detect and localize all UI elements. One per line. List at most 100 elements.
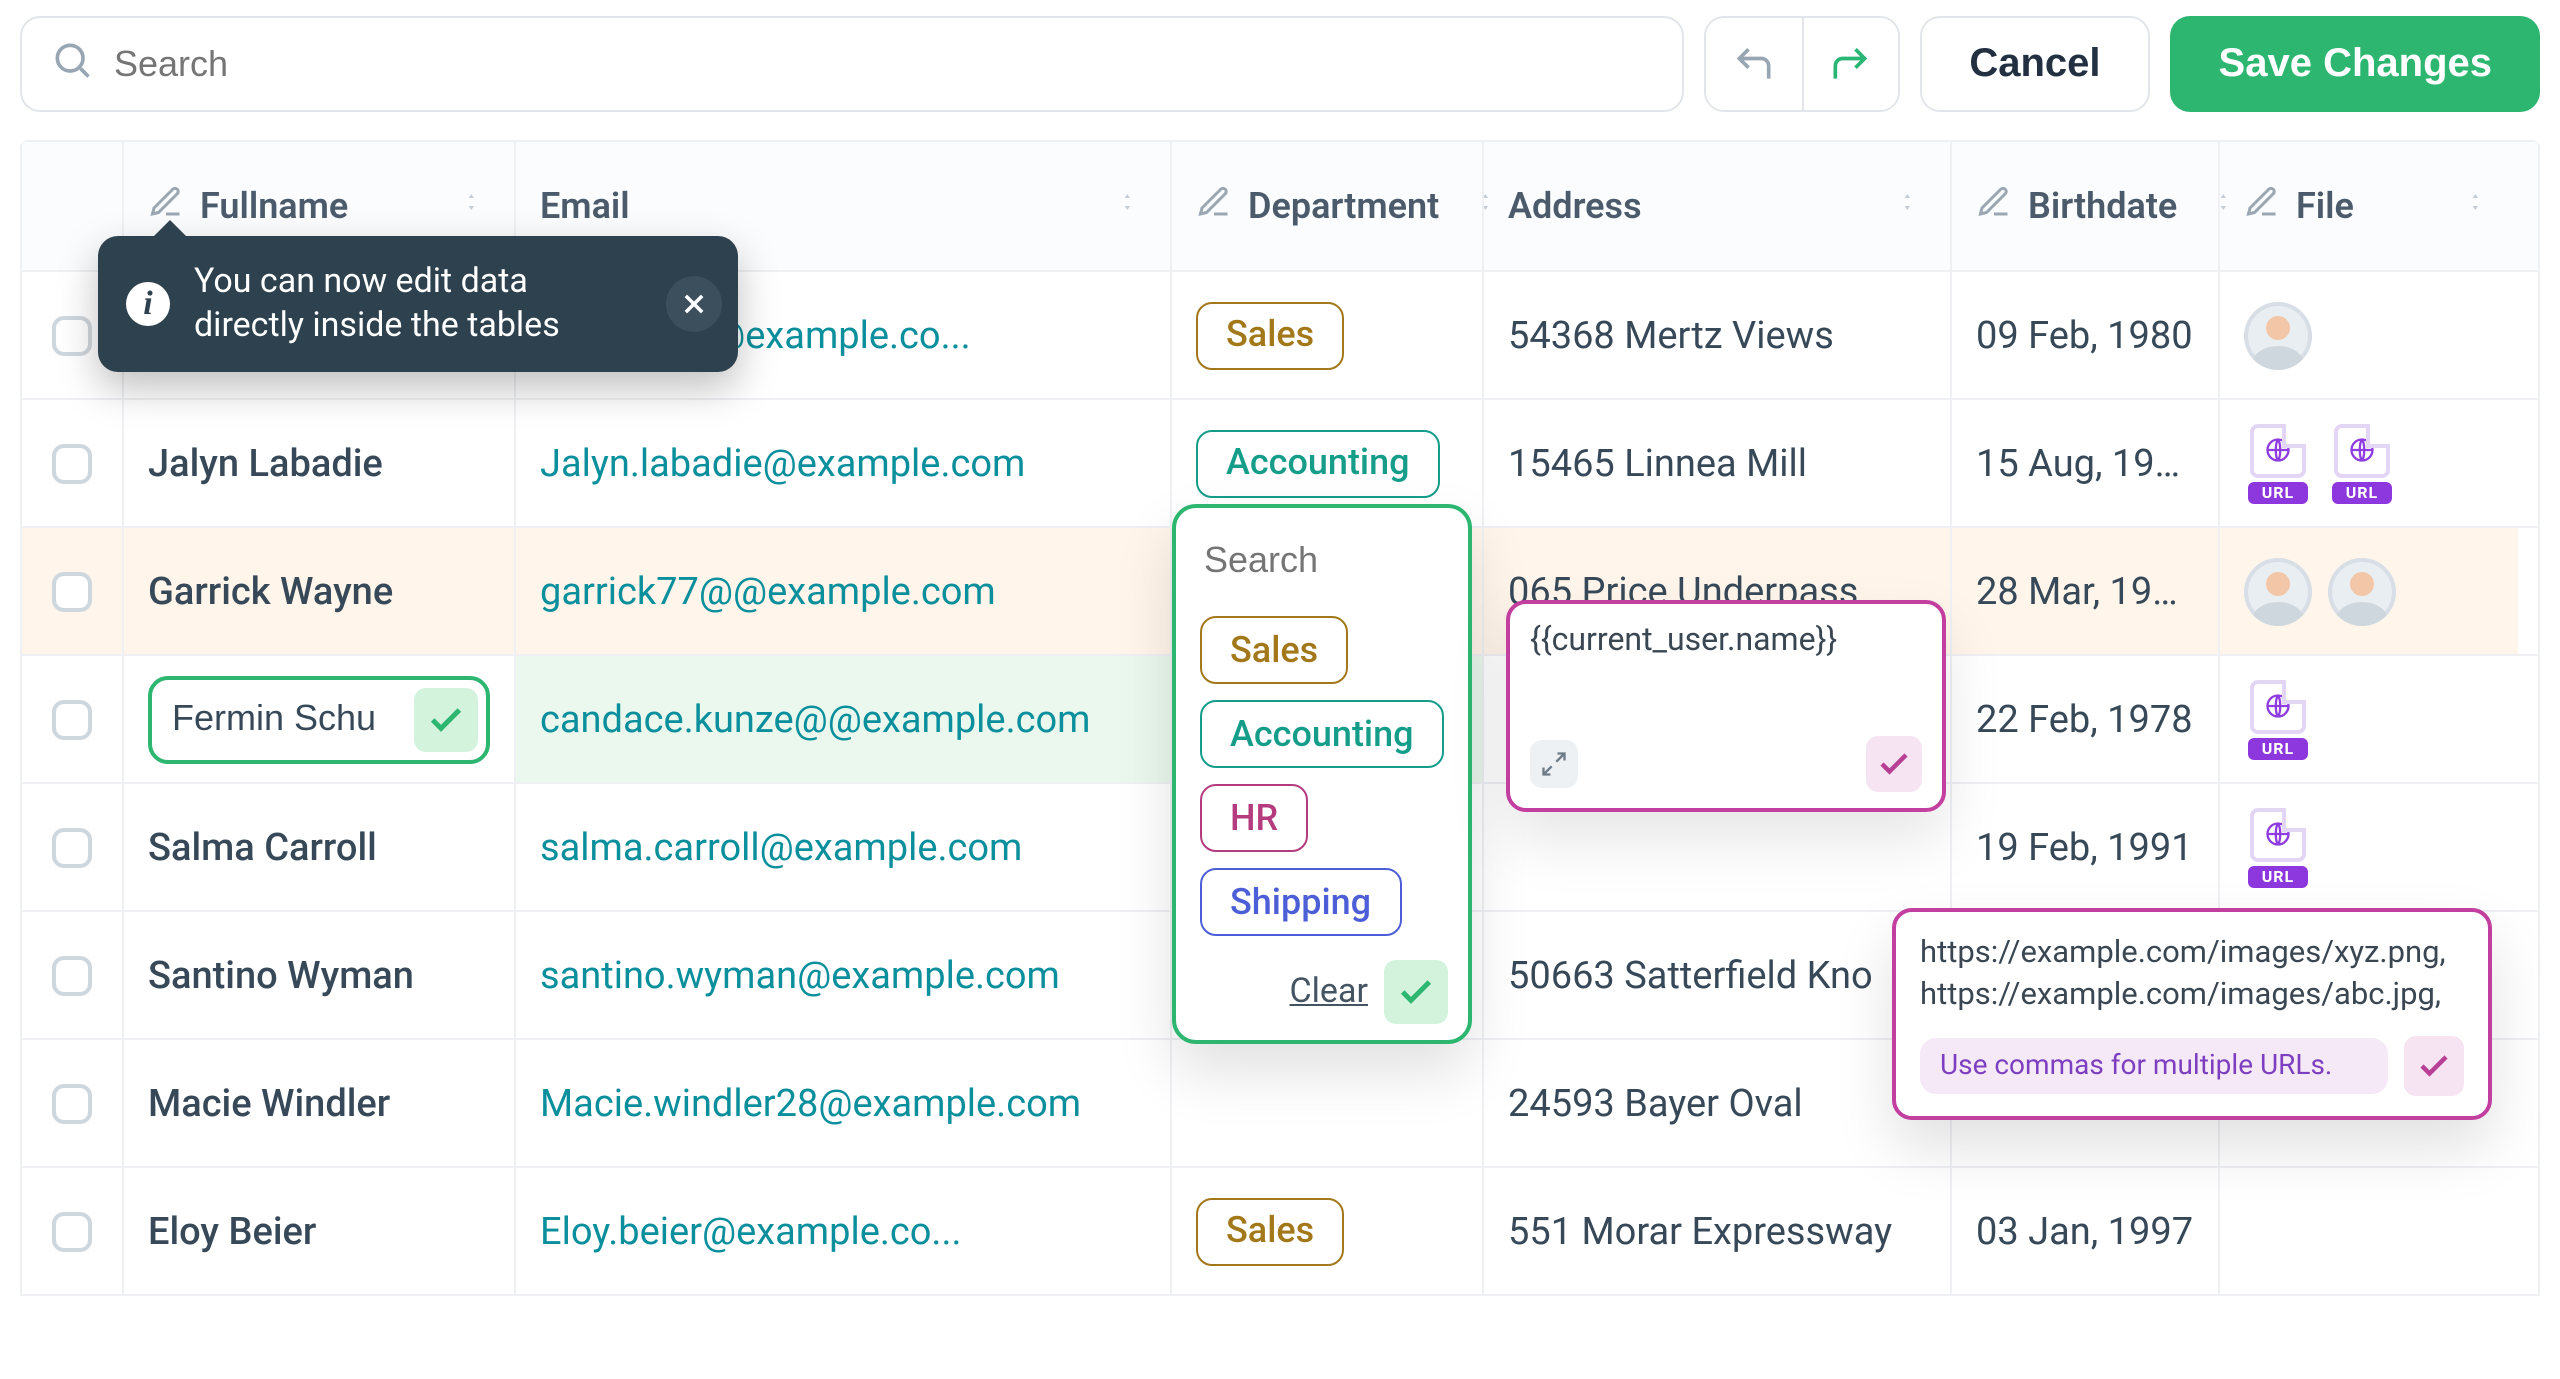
col-label: Department bbox=[1248, 185, 1439, 227]
undo-button[interactable] bbox=[1705, 18, 1801, 110]
pencil-icon bbox=[1196, 183, 1232, 229]
cell-fullname[interactable]: Jalyn Labadie bbox=[148, 440, 383, 486]
cell-address[interactable]: 24593 Bayer Oval bbox=[1508, 1080, 1803, 1126]
cell-address[interactable]: 551 Morar Expressway bbox=[1508, 1208, 1892, 1254]
cell-file[interactable]: URL URL bbox=[2218, 400, 2518, 526]
fullname-inline-editor[interactable] bbox=[148, 675, 490, 763]
cancel-button[interactable]: Cancel bbox=[1919, 16, 2150, 112]
file-url-tile: URL bbox=[2244, 679, 2312, 759]
close-icon[interactable] bbox=[666, 276, 722, 332]
dept-search-input[interactable] bbox=[1204, 539, 1440, 581]
row-checkbox[interactable] bbox=[52, 1083, 92, 1123]
cell-email[interactable]: Macie.windler28@example.com bbox=[540, 1080, 1081, 1126]
table-row: Eloy Beier Eloy.beier@example.co... Sale… bbox=[22, 1166, 2538, 1294]
cell-birthdate[interactable]: 19 Feb, 1991 bbox=[1976, 824, 2193, 870]
cell-fullname[interactable]: Salma Carroll bbox=[148, 824, 377, 870]
department-popover: Sales Accounting HR Shipping Clear bbox=[1172, 504, 1472, 1044]
row-checkbox[interactable] bbox=[52, 315, 92, 355]
url-hint: Use commas for multiple URLs. bbox=[1920, 1038, 2388, 1094]
search-field[interactable] bbox=[20, 16, 1683, 112]
cell-department[interactable] bbox=[1170, 1040, 1482, 1166]
dept-tag-sales[interactable]: Sales bbox=[1196, 1197, 1344, 1265]
fullname-input[interactable] bbox=[172, 698, 402, 740]
cell-email[interactable]: Jalyn.labadie@example.com bbox=[540, 440, 1025, 486]
dept-tag-accounting[interactable]: Accounting bbox=[1196, 429, 1440, 497]
address-input[interactable]: {{current_user.name}} bbox=[1530, 620, 1922, 724]
cell-fullname[interactable]: Garrick Wayne bbox=[148, 568, 393, 614]
cell-birthdate[interactable]: 28 Mar, 1986 bbox=[1976, 568, 2194, 614]
col-label: File bbox=[2296, 185, 2354, 227]
info-icon: i bbox=[126, 282, 170, 326]
cell-file[interactable] bbox=[2218, 272, 2518, 398]
cell-birthdate[interactable]: 15 Aug, 1980 bbox=[1976, 440, 2194, 486]
cell-birthdate[interactable]: 22 Feb, 1978 bbox=[1976, 696, 2193, 742]
save-button[interactable]: Save Changes bbox=[2171, 16, 2540, 112]
cell-fullname[interactable]: Eloy Beier bbox=[148, 1208, 316, 1254]
cell-email[interactable]: candace.kunze@@example.com bbox=[540, 696, 1091, 742]
cell-email[interactable]: santino.wyman@example.com bbox=[540, 952, 1060, 998]
dept-confirm-button[interactable] bbox=[1384, 960, 1448, 1024]
cell-fullname[interactable]: Santino Wyman bbox=[148, 952, 414, 998]
col-label: Address bbox=[1508, 185, 1642, 227]
dept-option-shipping[interactable]: Shipping bbox=[1200, 868, 1401, 936]
url-input[interactable]: https://example.com/images/xyz.png, http… bbox=[1920, 932, 2464, 1016]
col-department[interactable]: Department bbox=[1196, 183, 1458, 229]
cell-file[interactable] bbox=[2218, 1168, 2518, 1294]
col-label: Fullname bbox=[200, 185, 348, 227]
sort-icon[interactable] bbox=[1114, 185, 1146, 227]
cell-email[interactable]: Eloy.beier@example.co... bbox=[540, 1208, 962, 1254]
sort-icon[interactable] bbox=[458, 185, 490, 227]
file-url-editor[interactable]: https://example.com/images/xyz.png, http… bbox=[1892, 908, 2492, 1120]
cell-birthdate[interactable]: 03 Jan, 1997 bbox=[1976, 1208, 2193, 1254]
file-label: URL bbox=[2248, 482, 2308, 503]
dept-clear-button[interactable]: Clear bbox=[1290, 972, 1368, 1012]
cell-address[interactable]: 15465 Linnea Mill bbox=[1508, 440, 1807, 486]
col-birthdate[interactable]: Birthdate bbox=[1976, 183, 2194, 229]
avatar bbox=[2328, 557, 2396, 625]
cell-email[interactable]: salma.carroll@example.com bbox=[540, 824, 1022, 870]
row-checkbox[interactable] bbox=[52, 571, 92, 611]
cell-address[interactable]: 50663 Satterfield Kno bbox=[1508, 952, 1873, 998]
file-label: URL bbox=[2332, 482, 2392, 503]
col-email[interactable]: Email bbox=[540, 185, 1146, 227]
file-label: URL bbox=[2248, 866, 2308, 887]
row-checkbox[interactable] bbox=[52, 955, 92, 995]
cell-address[interactable]: 54368 Mertz Views bbox=[1508, 312, 1834, 358]
row-checkbox[interactable] bbox=[52, 1211, 92, 1251]
row-checkbox[interactable] bbox=[52, 827, 92, 867]
file-url-tile: URL bbox=[2244, 807, 2312, 887]
expand-icon[interactable] bbox=[1530, 740, 1578, 788]
cell-fullname[interactable]: Macie Windler bbox=[148, 1080, 390, 1126]
inline-edit-tooltip: i You can now edit data directly inside … bbox=[98, 236, 738, 372]
undo-redo-group bbox=[1703, 16, 1899, 112]
col-file[interactable]: File bbox=[2244, 183, 2494, 229]
url-confirm-button[interactable] bbox=[2404, 1036, 2464, 1096]
col-address[interactable]: Address bbox=[1508, 185, 1926, 227]
dept-option-sales[interactable]: Sales bbox=[1200, 616, 1348, 684]
cell-birthdate[interactable]: 09 Feb, 1980 bbox=[1976, 312, 2193, 358]
avatar bbox=[2244, 301, 2312, 369]
confirm-button[interactable] bbox=[414, 687, 478, 751]
col-label: Birthdate bbox=[2028, 185, 2177, 227]
dept-option-accounting[interactable]: Accounting bbox=[1200, 700, 1444, 768]
address-inline-editor[interactable]: {{current_user.name}} bbox=[1506, 600, 1946, 812]
col-label: Email bbox=[540, 185, 630, 227]
pencil-icon bbox=[2244, 183, 2280, 229]
dept-option-hr[interactable]: HR bbox=[1200, 784, 1308, 852]
sort-icon[interactable] bbox=[2462, 185, 2494, 227]
cell-file[interactable]: URL bbox=[2218, 656, 2518, 782]
row-checkbox[interactable] bbox=[52, 443, 92, 483]
sort-icon[interactable] bbox=[1894, 185, 1926, 227]
tooltip-text: You can now edit data directly inside th… bbox=[194, 260, 646, 348]
cell-file[interactable] bbox=[2218, 528, 2518, 654]
dept-tag-sales[interactable]: Sales bbox=[1196, 301, 1344, 369]
toolbar: Cancel Save Changes bbox=[20, 16, 2540, 112]
search-input[interactable] bbox=[114, 43, 1653, 85]
cell-email[interactable]: garrick77@@example.com bbox=[540, 568, 996, 614]
address-confirm-button[interactable] bbox=[1866, 736, 1922, 792]
cell-file[interactable]: URL bbox=[2218, 784, 2518, 910]
col-fullname[interactable]: Fullname bbox=[148, 183, 490, 229]
row-checkbox[interactable] bbox=[52, 699, 92, 739]
redo-button[interactable] bbox=[1801, 18, 1897, 110]
search-icon bbox=[50, 37, 114, 91]
